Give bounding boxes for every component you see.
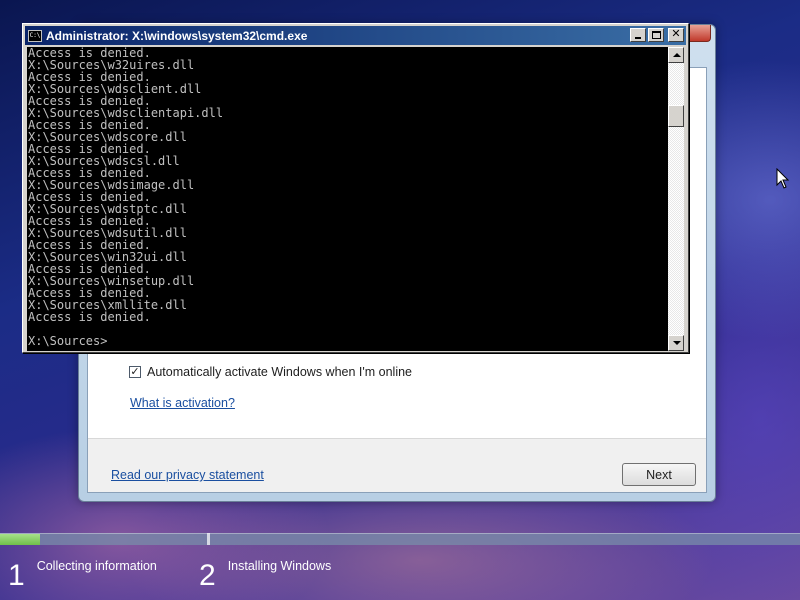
minimize-icon	[635, 37, 641, 39]
close-icon: ✕	[671, 27, 681, 40]
scroll-thumb[interactable]	[668, 105, 684, 127]
next-button[interactable]: Next	[622, 463, 696, 486]
cmd-output: Access is denied. X:\Sources\w32uires.dll…	[28, 47, 223, 323]
cmd-console[interactable]: Access is denied. X:\Sources\w32uires.dll…	[27, 47, 668, 351]
step-label: Installing Windows	[227, 559, 332, 573]
close-button[interactable]: ✕	[668, 27, 684, 42]
setup-progress-fill	[0, 534, 40, 545]
step-installing-windows: 2 Installing Windows	[199, 556, 331, 596]
next-button-label: Next	[646, 467, 672, 482]
cmd-title-buttons: ✕	[630, 27, 684, 42]
maximize-icon	[652, 31, 661, 39]
cmd-scrollbar[interactable]	[668, 47, 684, 351]
activate-checkbox[interactable]: ✓	[129, 366, 141, 378]
setup-progress-bar	[0, 533, 800, 545]
mouse-cursor-icon	[776, 168, 790, 189]
cmd-icon: C:\	[28, 29, 42, 42]
minimize-button[interactable]	[630, 28, 646, 42]
activate-checkbox-label[interactable]: Automatically activate Windows when I'm …	[147, 365, 412, 379]
arrow-up-icon	[673, 53, 681, 57]
what-is-activation-link[interactable]: What is activation?	[130, 396, 235, 410]
maximize-button[interactable]	[648, 28, 664, 42]
cmd-prompt[interactable]: X:\Sources>	[28, 335, 107, 347]
progress-divider	[207, 533, 210, 545]
scroll-down-button[interactable]	[668, 335, 684, 351]
cmd-window[interactable]: C:\ Administrator: X:\windows\system32\c…	[22, 23, 689, 353]
cmd-titlebar[interactable]: C:\ Administrator: X:\windows\system32\c…	[25, 26, 686, 45]
cmd-window-title: Administrator: X:\windows\system32\cmd.e…	[46, 28, 308, 43]
arrow-down-icon	[673, 341, 681, 345]
scroll-up-button[interactable]	[668, 47, 684, 63]
setup-bottom-bar	[88, 438, 706, 492]
step-number: 2	[199, 559, 216, 592]
cmd-output-line: Access is denied.	[28, 310, 151, 324]
step-collecting-information: 1 Collecting information	[8, 556, 157, 596]
activate-option[interactable]: ✓ Automatically activate Windows when I'…	[129, 365, 412, 379]
step-label: Collecting information	[36, 559, 157, 573]
privacy-statement-link[interactable]: Read our privacy statement	[111, 468, 264, 482]
step-number: 1	[8, 559, 25, 592]
